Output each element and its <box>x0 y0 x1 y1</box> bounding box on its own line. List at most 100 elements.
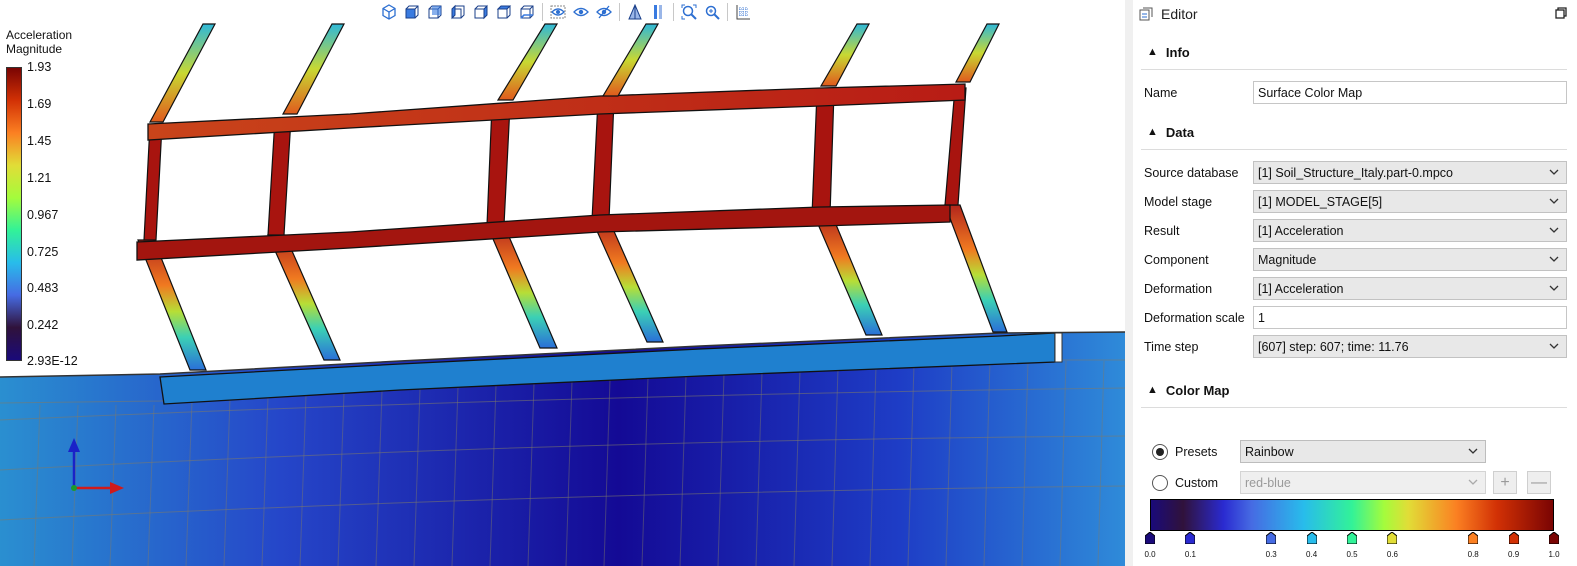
editor-panel: Editor ▲ Info Name Surface Color Map ▲ D… <box>1125 0 1577 566</box>
color-stop-label: 0.6 <box>1386 550 1398 559</box>
color-stop-label: 0.4 <box>1306 550 1318 559</box>
time-step-label: Time step <box>1144 339 1199 354</box>
custom-radio[interactable] <box>1152 474 1168 491</box>
color-stop-marker[interactable] <box>1144 531 1156 545</box>
color-stop-marker[interactable] <box>1346 531 1358 545</box>
collapse-triangle-icon: ▲ <box>1147 126 1158 138</box>
presets-radio[interactable] <box>1152 443 1168 460</box>
model-stage-value: [1] MODEL_STAGE[5] <box>1258 194 1383 209</box>
collapse-triangle-icon: ▲ <box>1147 46 1158 58</box>
column <box>486 224 558 349</box>
editor-icon <box>1139 7 1153 20</box>
color-stop-marker[interactable] <box>1386 531 1398 545</box>
perspective-icon[interactable] <box>624 2 646 22</box>
chevron-down-icon <box>1549 343 1559 349</box>
column <box>267 234 341 361</box>
deformation-scale-input[interactable]: 1 <box>1253 306 1567 329</box>
deformation-value: [1] Acceleration <box>1258 281 1344 296</box>
color-stop-label: 0.0 <box>1144 550 1156 559</box>
grid-icon[interactable] <box>732 2 754 22</box>
component-value: Magnitude <box>1258 252 1317 267</box>
chevron-down-icon <box>1549 169 1559 175</box>
column <box>811 91 835 216</box>
result-select[interactable]: [1] Acceleration <box>1253 219 1567 242</box>
color-stop-marker[interactable] <box>1548 531 1560 545</box>
legend-value: 0.483 <box>27 281 59 295</box>
color-map-section-toggle[interactable]: ▲ Color Map <box>1141 379 1567 401</box>
view-left-icon[interactable] <box>447 2 469 22</box>
float-panel-icon[interactable] <box>1555 7 1567 19</box>
component-select[interactable]: Magnitude <box>1253 248 1567 271</box>
legend-value: 1.69 <box>27 97 52 111</box>
data-section-toggle[interactable]: ▲ Data <box>1141 121 1567 143</box>
info-section-toggle[interactable]: ▲ Info <box>1141 41 1567 63</box>
show-icon[interactable] <box>570 2 592 22</box>
color-stop-label: 0.1 <box>1184 550 1196 559</box>
column <box>143 124 163 241</box>
column <box>486 104 511 226</box>
model-stage-label: Model stage <box>1144 194 1213 209</box>
info-section: ▲ Info Name Surface Color Map <box>1133 41 1577 107</box>
deformation-label: Deformation <box>1144 281 1213 296</box>
view-top-icon[interactable] <box>493 2 515 22</box>
column <box>591 99 615 221</box>
color-map-header: Color Map <box>1165 382 1230 398</box>
add-color-button[interactable]: + <box>1493 471 1517 494</box>
collapse-triangle-icon: ▲ <box>1147 384 1158 396</box>
legend-title: Acceleration Magnitude <box>6 28 73 56</box>
view-toolbar <box>378 2 754 22</box>
name-label: Name <box>1144 85 1178 100</box>
result-label: Result <box>1144 223 1180 238</box>
presets-select[interactable]: Rainbow <box>1240 440 1486 463</box>
zoom-fit-icon[interactable] <box>678 2 700 22</box>
editor-title: Editor <box>1161 5 1198 22</box>
show-all-icon[interactable] <box>547 2 569 22</box>
orthographic-icon[interactable] <box>647 2 669 22</box>
time-step-value: [607] step: 607; time: 11.76 <box>1258 339 1409 354</box>
color-stop-marker[interactable] <box>1306 531 1318 545</box>
color-map-section: ▲ Color Map Presets Rainbow Custom red-b… <box>1133 379 1577 498</box>
column <box>944 204 1008 333</box>
color-stop-marker[interactable] <box>1508 531 1520 545</box>
custom-select[interactable]: red-blue <box>1240 471 1486 494</box>
view-bottom-icon[interactable] <box>516 2 538 22</box>
column <box>591 219 664 343</box>
view-iso-icon[interactable] <box>378 2 400 22</box>
data-section: ▲ Data Source database [1] Soil_Structur… <box>1133 121 1577 361</box>
3d-viewport[interactable]: Acceleration Magnitude 1.93 1.69 1.45 1.… <box>0 0 1125 566</box>
color-stop-marker[interactable] <box>1467 531 1479 545</box>
zoom-selection-icon[interactable] <box>701 2 723 22</box>
model-scene[interactable] <box>0 0 1125 566</box>
column <box>954 23 1000 83</box>
column <box>267 117 292 236</box>
hide-icon[interactable] <box>593 2 615 22</box>
legend-value: 0.967 <box>27 208 59 222</box>
data-header: Data <box>1165 124 1195 140</box>
column <box>601 23 660 97</box>
source-database-select[interactable]: [1] Soil_Structure_Italy.part-0.mpco <box>1253 161 1567 184</box>
deformation-scale-label: Deformation scale <box>1144 310 1245 325</box>
legend-value: 0.725 <box>27 245 59 259</box>
legend-color-bar <box>6 67 22 361</box>
deformation-select[interactable]: [1] Acceleration <box>1253 277 1567 300</box>
chevron-down-icon <box>1468 479 1478 485</box>
view-back-icon[interactable] <box>424 2 446 22</box>
color-legend: Acceleration Magnitude 1.93 1.69 1.45 1.… <box>6 28 106 368</box>
color-stop-marker[interactable] <box>1265 531 1277 545</box>
column <box>281 23 345 115</box>
column <box>819 23 870 87</box>
component-label: Component <box>1144 252 1209 267</box>
name-input[interactable]: Surface Color Map <box>1253 81 1567 104</box>
color-stop-label: 0.8 <box>1467 550 1479 559</box>
model-stage-select[interactable]: [1] MODEL_STAGE[5] <box>1253 190 1567 213</box>
legend-value: 1.45 <box>27 134 52 148</box>
view-front-icon[interactable] <box>401 2 423 22</box>
remove-color-button[interactable]: — <box>1527 471 1551 494</box>
custom-label: Custom <box>1175 475 1219 490</box>
color-map-gradient[interactable] <box>1150 499 1554 531</box>
view-right-icon[interactable] <box>470 2 492 22</box>
color-stop-marker[interactable] <box>1184 531 1196 545</box>
time-step-select[interactable]: [607] step: 607; time: 11.76 <box>1253 335 1567 358</box>
column <box>148 23 216 123</box>
column <box>496 23 559 101</box>
